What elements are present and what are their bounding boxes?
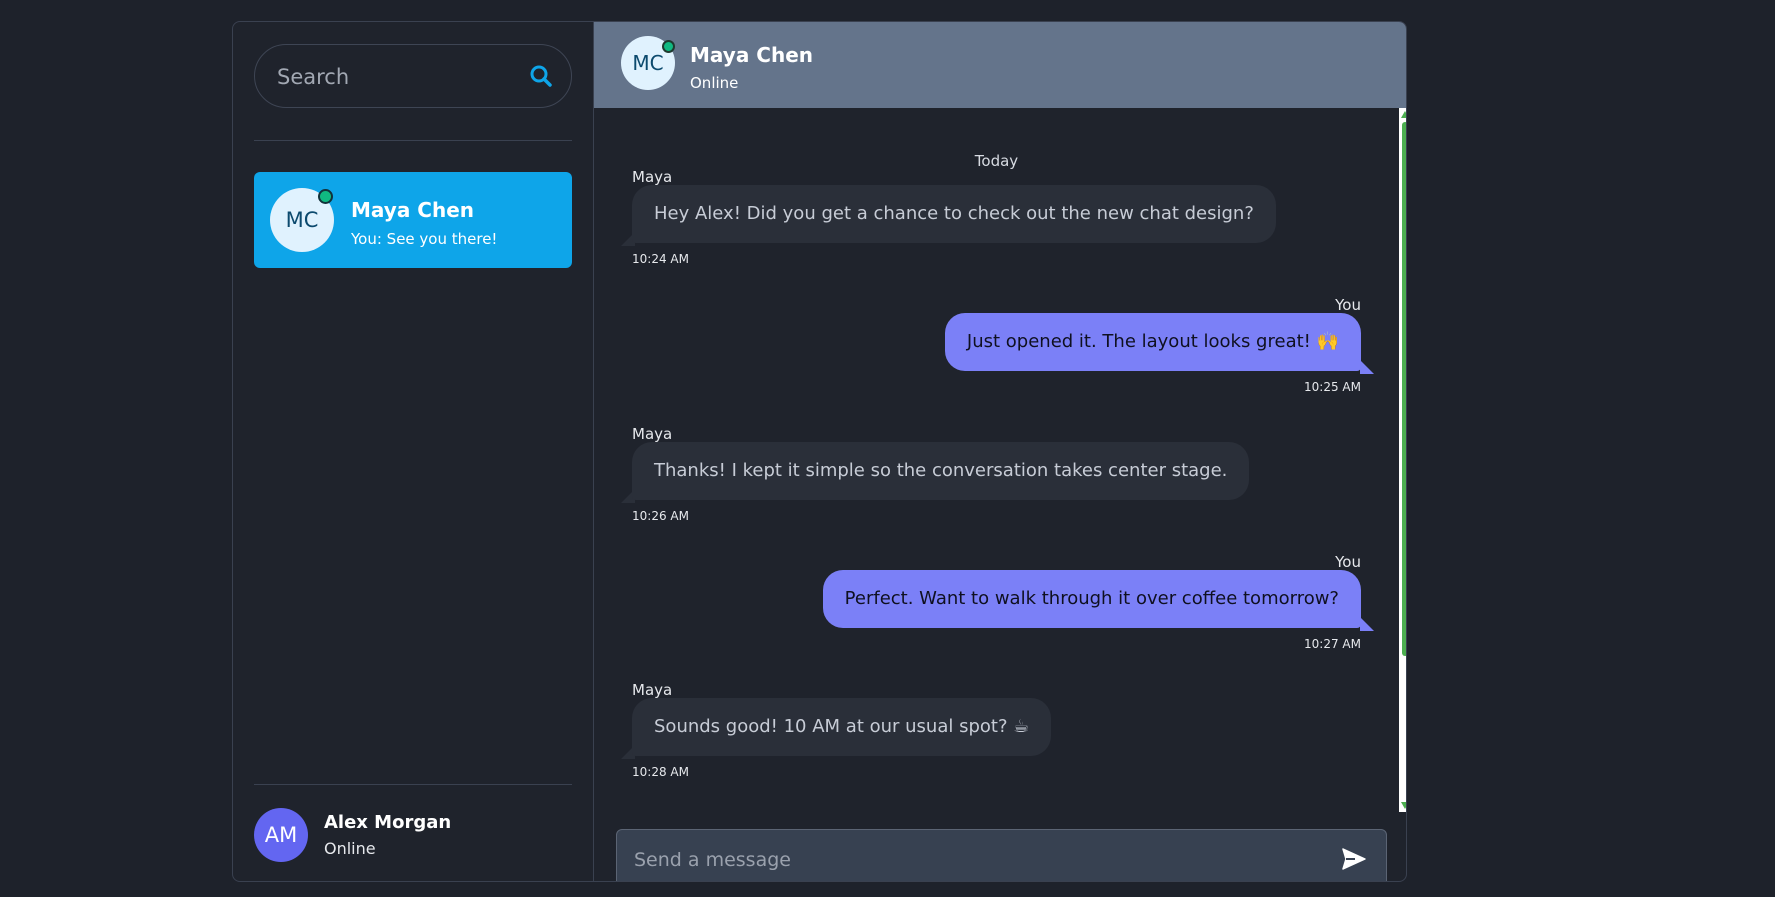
message-incoming: Maya Hey Alex! Did you get a chance to c… (594, 168, 1399, 268)
user-status: Online (324, 839, 376, 858)
message-sender: Maya (632, 168, 673, 186)
scroll-up-arrow-icon[interactable] (1401, 111, 1406, 118)
chat-partner-status: Online (690, 74, 739, 92)
chat-header: MC Maya Chen Online (594, 22, 1406, 108)
message-timestamp: 10:28 AM (632, 765, 689, 779)
message-input[interactable] (632, 830, 1316, 881)
message-sender: Maya (632, 681, 673, 699)
contact-name: Maya Chen (351, 198, 474, 222)
search-icon[interactable] (529, 64, 553, 88)
message-composer[interactable] (616, 829, 1387, 881)
online-status-dot (318, 189, 333, 204)
message-bubble: Sounds good! 10 AM at our usual spot? ☕ (632, 698, 1052, 756)
message-incoming: Maya Sounds good! 10 AM at our usual spo… (594, 681, 1399, 781)
user-name: Alex Morgan (324, 812, 452, 833)
chat-app: MC Maya Chen You: See you there! AM Alex… (232, 21, 1407, 882)
send-icon[interactable] (1342, 848, 1366, 870)
contact-last-message-preview: You: See you there! (351, 230, 498, 248)
message-list-scrollbar[interactable] (1399, 108, 1406, 812)
message-timestamp: 10:26 AM (632, 509, 689, 523)
message-sender: You (1335, 296, 1361, 314)
message-sender: Maya (632, 425, 673, 443)
message-outgoing: You Perfect. Want to walk through it ove… (594, 553, 1374, 653)
sidebar: MC Maya Chen You: See you there! AM Alex… (233, 22, 594, 881)
online-status-dot (662, 40, 675, 53)
message-bubble: Perfect. Want to walk through it over co… (822, 570, 1361, 628)
search-input[interactable] (275, 45, 519, 109)
sidebar-divider-bottom (254, 784, 572, 785)
message-list[interactable]: Today Maya Hey Alex! Did you get a chanc… (594, 108, 1399, 812)
message-sender: You (1335, 553, 1361, 571)
message-timestamp: 10:27 AM (1304, 637, 1361, 651)
sidebar-divider (254, 140, 572, 141)
message-bubble: Hey Alex! Did you get a chance to check … (632, 185, 1276, 243)
message-timestamp: 10:24 AM (632, 252, 689, 266)
message-bubble: Thanks! I kept it simple so the conversa… (632, 442, 1250, 500)
message-timestamp: 10:25 AM (1304, 380, 1361, 394)
message-outgoing: You Just opened it. The layout looks gre… (594, 296, 1374, 396)
scroll-down-arrow-icon[interactable] (1401, 802, 1406, 809)
message-bubble: Just opened it. The layout looks great! … (944, 313, 1361, 371)
chat-partner-name: Maya Chen (690, 43, 813, 67)
message-incoming: Maya Thanks! I kept it simple so the con… (594, 425, 1399, 525)
contact-item-maya-chen[interactable]: MC Maya Chen You: See you there! (254, 172, 572, 268)
search-box[interactable] (254, 44, 572, 109)
user-avatar[interactable]: AM (254, 808, 308, 862)
scrollbar-thumb[interactable] (1402, 122, 1406, 656)
chat-panel: MC Maya Chen Online Today Maya Hey Alex!… (594, 22, 1406, 881)
